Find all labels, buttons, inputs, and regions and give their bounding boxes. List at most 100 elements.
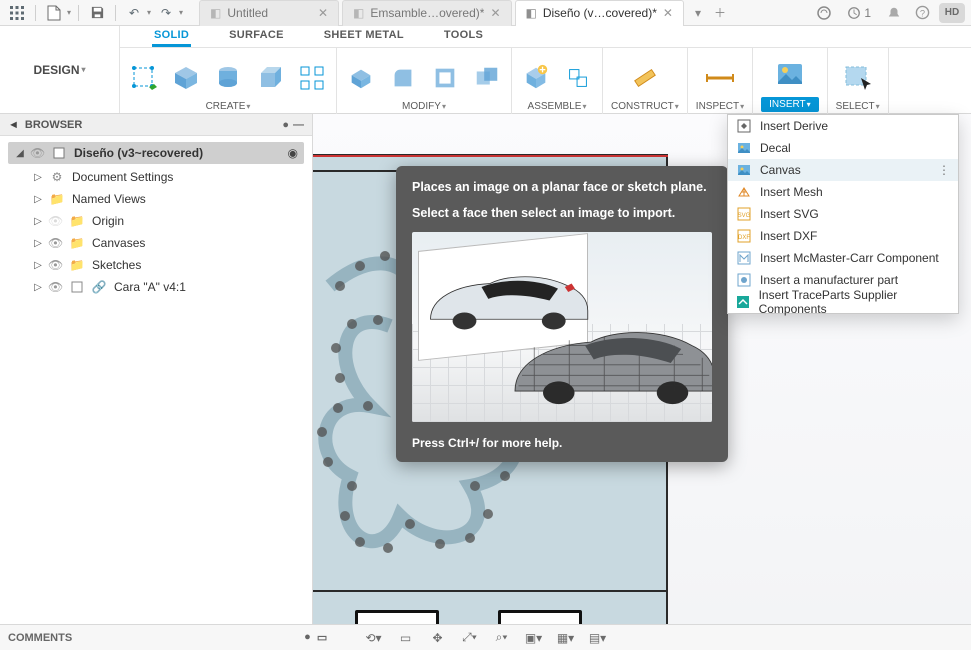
menu-item-label: Canvas	[760, 163, 801, 177]
ribbon-tab-surface[interactable]: SURFACE	[227, 26, 286, 47]
redo-button[interactable]: ↷	[155, 2, 177, 24]
box-icon[interactable]	[170, 62, 202, 94]
expand-icon[interactable]: ▷	[32, 216, 44, 227]
part-icon	[736, 272, 752, 288]
expand-icon[interactable]: ▷	[32, 238, 44, 249]
document-tab[interactable]: ◧ Untitled ✕	[199, 0, 339, 26]
menu-item-insert-derive[interactable]: Insert Derive	[728, 115, 958, 137]
fit-icon[interactable]: ⌕▾	[491, 629, 513, 647]
ribbon-group-insert: INSERT▾	[753, 48, 828, 114]
expand-icon[interactable]: ▷	[32, 260, 44, 271]
extensions-icon[interactable]	[813, 2, 835, 24]
document-tab-active[interactable]: ◧ Diseño (v…covered)* ✕	[515, 0, 684, 26]
comments-expand-icon[interactable]: ▭	[317, 631, 327, 644]
document-tab-label: Diseño (v…covered)*	[543, 6, 657, 20]
menu-item-decal[interactable]: Decal	[728, 137, 958, 159]
lookat-icon[interactable]: ▭	[395, 629, 417, 647]
viewports-icon[interactable]: ▤▾	[587, 629, 609, 647]
ribbon-tab-solid[interactable]: SOLID	[152, 26, 191, 47]
workspace-label: DESIGN	[33, 63, 79, 77]
undo-button[interactable]: ↶	[123, 2, 145, 24]
visibility-off-icon[interactable]: 👁	[48, 214, 64, 228]
measure-icon[interactable]	[704, 62, 736, 94]
close-icon[interactable]: ✕	[318, 6, 328, 20]
file-new-button[interactable]	[43, 2, 65, 24]
ribbon-group-label[interactable]: CONSTRUCT	[611, 101, 674, 112]
tree-root[interactable]: ◢ 👁 Diseño (v3~recovered) ◉	[8, 142, 304, 164]
insert-icon[interactable]	[774, 58, 806, 90]
workspace-picker[interactable]: DESIGN ▾	[33, 63, 85, 77]
expand-icon[interactable]: ▷	[32, 282, 44, 293]
orbit-icon[interactable]: ⟲▾	[363, 629, 385, 647]
close-icon[interactable]: ✕	[490, 6, 500, 20]
tabs-dropdown-icon[interactable]: ▾	[687, 0, 709, 26]
menu-item-label: Insert SVG	[760, 207, 819, 221]
visibility-icon[interactable]: 👁	[48, 280, 64, 294]
ribbon-group-insert-button[interactable]: INSERT▾	[761, 97, 819, 112]
tree-row[interactable]: ▷ 👁 🔗 Cara "A" v4:1	[4, 276, 308, 298]
ribbon-tab-tools[interactable]: TOOLS	[442, 26, 485, 47]
visibility-icon[interactable]: 👁	[30, 146, 46, 160]
tree-row[interactable]: ▷ 👁 📁 Origin	[4, 210, 308, 232]
menu-item-traceparts[interactable]: Insert TraceParts Supplier Components	[728, 291, 958, 313]
file-new-caret-icon[interactable]: ▾	[67, 8, 71, 17]
browser-title: BROWSER	[25, 119, 82, 131]
combine-icon[interactable]	[471, 62, 503, 94]
app-menu-icon[interactable]	[6, 2, 28, 24]
display-icon[interactable]: ▣▾	[523, 629, 545, 647]
notifications-icon[interactable]	[883, 2, 905, 24]
undo-caret-icon[interactable]: ▾	[147, 8, 151, 17]
pattern-icon[interactable]	[296, 62, 328, 94]
more-icon[interactable]: ⋮	[938, 163, 950, 177]
menu-item-canvas[interactable]: Canvas ⋮	[728, 159, 958, 181]
ribbon-tab-sheetmetal[interactable]: SHEET METAL	[322, 26, 406, 47]
ribbon-group-label[interactable]: CREATE	[206, 101, 246, 112]
ribbon-group-label[interactable]: MODIFY	[402, 101, 441, 112]
menu-item-insert-dxf[interactable]: DXF Insert DXF	[728, 225, 958, 247]
presspull-icon[interactable]	[345, 62, 377, 94]
collapse-icon[interactable]: ◢	[14, 148, 26, 159]
comments-add-icon[interactable]: ●	[304, 631, 311, 644]
fillet-icon[interactable]	[387, 62, 419, 94]
new-component-icon[interactable]	[520, 62, 552, 94]
browser-header[interactable]: ◄ BROWSER ● —	[0, 114, 312, 136]
tree-root-label: Diseño (v3~recovered)	[74, 146, 203, 160]
select-icon[interactable]	[842, 62, 874, 94]
pan-icon[interactable]: ✥	[427, 629, 449, 647]
menu-item-mcmaster[interactable]: Insert McMaster-Carr Component	[728, 247, 958, 269]
visibility-icon[interactable]: 👁	[48, 236, 64, 250]
new-tab-button[interactable]: ＋	[709, 0, 731, 26]
activate-icon[interactable]: ◉	[288, 146, 298, 160]
shell-icon[interactable]	[429, 62, 461, 94]
save-button[interactable]	[86, 2, 108, 24]
expand-icon[interactable]: ▷	[32, 194, 44, 205]
cylinder-icon[interactable]	[212, 62, 244, 94]
visibility-icon[interactable]: 👁	[48, 258, 64, 272]
menu-item-insert-svg[interactable]: SVG Insert SVG	[728, 203, 958, 225]
tree-row[interactable]: ▷ 👁 📁 Canvases	[4, 232, 308, 254]
plane-icon[interactable]	[629, 62, 661, 94]
joint-icon[interactable]	[562, 62, 594, 94]
menu-item-insert-mesh[interactable]: Insert Mesh	[728, 181, 958, 203]
help-icon[interactable]: ?	[911, 2, 933, 24]
tree-row[interactable]: ▷ 👁 📁 Sketches	[4, 254, 308, 276]
derive-icon	[736, 118, 752, 134]
grid-icon[interactable]: ▦▾	[555, 629, 577, 647]
expand-icon[interactable]: ▷	[32, 172, 44, 183]
zoom-icon[interactable]: ⤢▾	[459, 629, 481, 647]
browser-search-icon[interactable]: ●	[282, 119, 289, 131]
user-avatar[interactable]: HD	[939, 3, 965, 23]
close-icon[interactable]: ✕	[663, 6, 673, 20]
ribbon-group-label[interactable]: ASSEMBLE	[528, 101, 582, 112]
ribbon-group-label[interactable]: INSPECT	[696, 101, 739, 112]
comments-panel-header[interactable]: COMMENTS ● ▭	[8, 631, 327, 644]
extrude-icon[interactable]	[254, 62, 286, 94]
sketch-icon[interactable]	[128, 62, 160, 94]
redo-caret-icon[interactable]: ▾	[179, 8, 183, 17]
tree-row[interactable]: ▷ 📁 Named Views	[4, 188, 308, 210]
document-tab[interactable]: ◧ Emsamble…overed)* ✕	[342, 0, 511, 26]
tree-row[interactable]: ▷ ⚙ Document Settings	[4, 166, 308, 188]
ribbon-group-label[interactable]: SELECT	[836, 101, 875, 112]
job-status-icon[interactable]: 1	[841, 3, 877, 23]
browser-collapse-icon[interactable]: —	[293, 119, 304, 131]
